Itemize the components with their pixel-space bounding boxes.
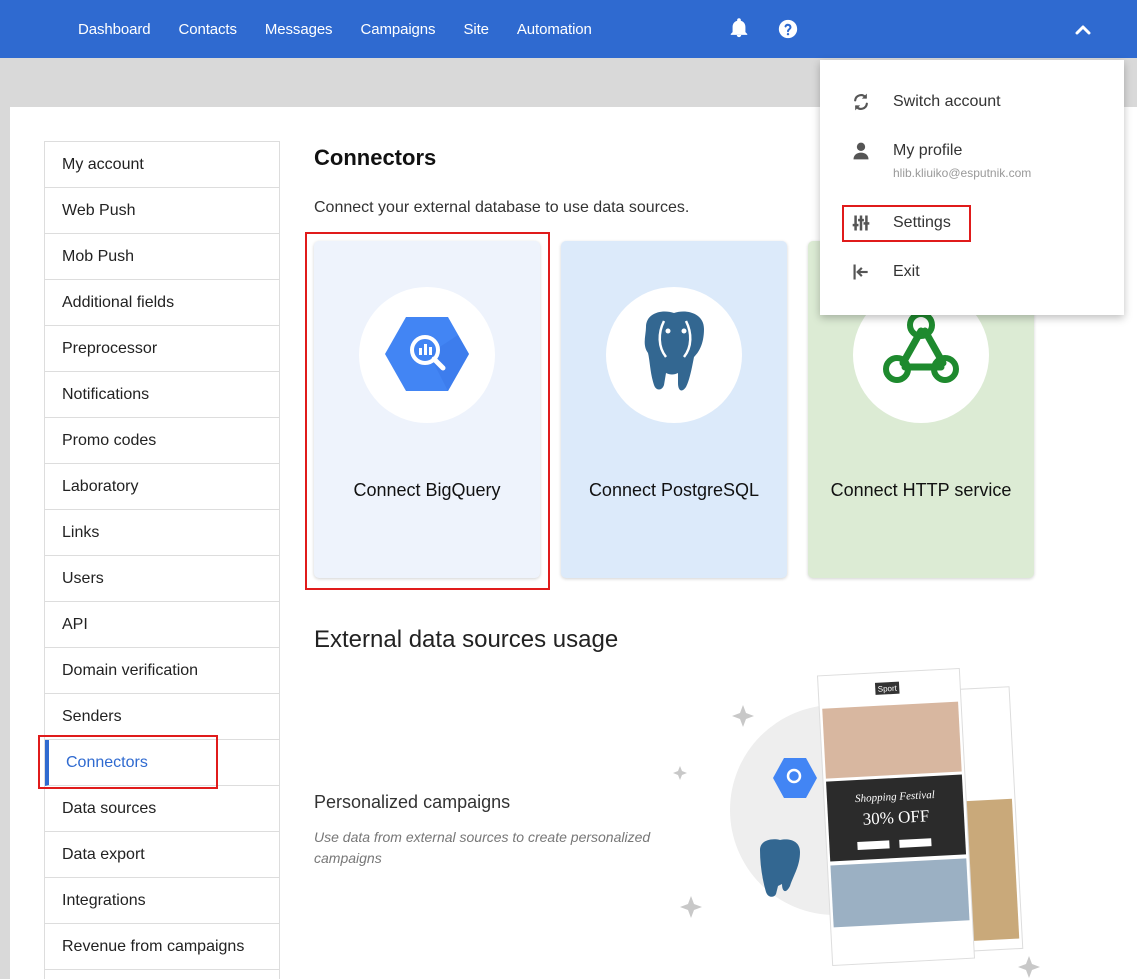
refresh-icon: [854, 93, 868, 111]
postgresql-icon: [644, 311, 704, 391]
sidebar-item-preprocessor[interactable]: Preprocessor: [45, 326, 279, 372]
connect-postgresql-card[interactable]: Connect PostgreSQL: [561, 241, 787, 578]
help-icon[interactable]: [777, 18, 799, 40]
profile-email: hlib.kliuiko@esputnik.com: [893, 166, 1032, 180]
menu-item-exit[interactable]: Exit: [820, 262, 1124, 282]
postgresql-icon-circle: [606, 287, 742, 423]
sidebar-item-my-account[interactable]: My account: [45, 142, 279, 188]
sidebar-item-laboratory[interactable]: Laboratory: [45, 464, 279, 510]
nav-campaigns[interactable]: Campaigns: [360, 21, 435, 38]
nav-site[interactable]: Site: [463, 21, 489, 38]
chevron-up-icon[interactable]: [1075, 22, 1091, 36]
my-profile-label: My profile: [893, 142, 963, 159]
section-title: External data sources usage: [314, 626, 619, 653]
bell-icon[interactable]: [728, 17, 750, 39]
nav-automation[interactable]: Automation: [517, 21, 592, 38]
campaign-illustration: Sport Shopping Festival 30% OFF: [673, 667, 1040, 978]
sidebar-item-mob-push[interactable]: Mob Push: [45, 234, 279, 280]
connect-http-service-label: Connect HTTP service: [830, 480, 1012, 500]
settings-sidebar: My account Web Push Mob Push Additional …: [44, 141, 280, 979]
nav-messages[interactable]: Messages: [265, 21, 333, 38]
menu-item-switch-account[interactable]: Switch account: [820, 92, 1124, 112]
page-title: Connectors: [314, 145, 437, 170]
illustration-offer: 30% OFF: [862, 806, 930, 828]
highlight-box-settings: [842, 205, 971, 242]
sidebar-item-data-sources[interactable]: Data sources: [45, 786, 279, 832]
page-subtitle: Connect your external database to use da…: [314, 199, 690, 216]
sidebar-item-additional-fields[interactable]: Additional fields: [45, 280, 279, 326]
account-dropdown-menu: Switch account My profile hlib.kliuiko@e…: [820, 60, 1124, 315]
personalized-campaigns-description: Use data from external sources to create…: [314, 829, 651, 866]
top-navigation-bar: Dashboard Contacts Messages Campaigns Si…: [0, 0, 1137, 58]
sidebar-item-web-push[interactable]: Web Push: [45, 188, 279, 234]
main-nav: Dashboard Contacts Messages Campaigns Si…: [64, 0, 606, 58]
highlight-box-bigquery: [305, 232, 550, 590]
person-icon: [853, 142, 869, 160]
menu-item-my-profile[interactable]: My profile: [820, 141, 1124, 161]
switch-account-label: Switch account: [893, 93, 1001, 110]
nav-dashboard[interactable]: Dashboard: [78, 21, 151, 38]
sidebar-item-senders[interactable]: Senders: [45, 694, 279, 740]
personalized-campaigns-title: Personalized campaigns: [314, 792, 511, 812]
illustration-brand: Sport: [877, 684, 897, 694]
highlight-box-connectors: [38, 735, 218, 789]
sidebar-item-api[interactable]: API: [45, 602, 279, 648]
sidebar-item-promo-codes[interactable]: Promo codes: [45, 418, 279, 464]
sidebar-item-data-export[interactable]: Data export: [45, 832, 279, 878]
nav-contacts[interactable]: Contacts: [178, 21, 237, 38]
sidebar-item-domain-verification[interactable]: Domain verification: [45, 648, 279, 694]
connect-postgresql-label: Connect PostgreSQL: [588, 480, 760, 500]
sidebar-item-users[interactable]: Users: [45, 556, 279, 602]
exit-label: Exit: [893, 263, 920, 280]
exit-icon: [853, 264, 868, 280]
sidebar-item-integrations[interactable]: Integrations: [45, 878, 279, 924]
sidebar-item-revenue-from-campaigns[interactable]: Revenue from campaigns: [45, 924, 279, 970]
sidebar-item-notifications[interactable]: Notifications: [45, 372, 279, 418]
sidebar-item-links[interactable]: Links: [45, 510, 279, 556]
